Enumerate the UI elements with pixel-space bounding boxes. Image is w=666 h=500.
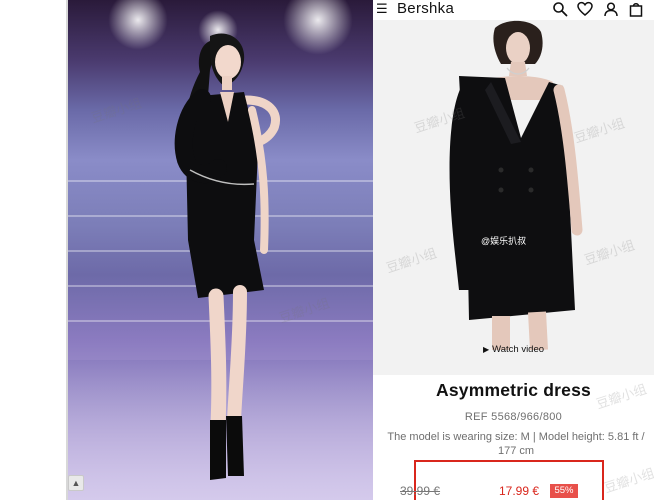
menu-icon[interactable]: ☰ [376,2,390,16]
product-photo[interactable]: @娱乐扒叔 豆瓣小组 豆瓣小组 豆瓣小组 豆瓣小组 [373,20,654,375]
screenshot-composite: 豆瓣小组 豆瓣小组 ▲ ☰ Bershka @娱乐扒叔 豆瓣小组 豆瓣小组 豆瓣… [0,0,666,500]
heart-icon[interactable] [577,1,593,17]
user-icon[interactable] [603,1,619,17]
discount-badge: 55% [550,484,578,498]
sale-price: 17.99 € [499,484,540,498]
product-title: Asymmetric dress [436,380,591,400]
scroll-up-button[interactable]: ▲ [68,475,84,491]
top-navigation-bar: ☰ Bershka [373,0,654,20]
watch-video-link[interactable]: ▶ Watch video [373,344,654,355]
model-in-dress [449,20,583,351]
original-price: 39.99 € [400,484,441,498]
performer-figure [174,33,280,480]
play-icon: ▶ [482,345,490,354]
left-margin [0,0,69,500]
weibo-watermark: @娱乐扒叔 [481,236,527,246]
model-size-info: The model is wearing size: M | Model hei… [387,431,645,457]
right-margin [654,0,666,500]
search-icon[interactable] [552,1,568,17]
stage-performance-photo: 豆瓣小组 豆瓣小组 [68,0,373,500]
bag-icon[interactable] [628,1,644,17]
product-page-panel: ☰ Bershka @娱乐扒叔 豆瓣小组 豆瓣小组 豆瓣小组 豆瓣小组 ▶ Wa… [373,0,654,500]
watermark: 豆瓣小组 [602,465,654,496]
watch-video-label: Watch video [492,344,545,355]
product-reference: REF 5568/966/800 [464,411,563,423]
brand-logo[interactable]: Bershka [397,0,454,18]
